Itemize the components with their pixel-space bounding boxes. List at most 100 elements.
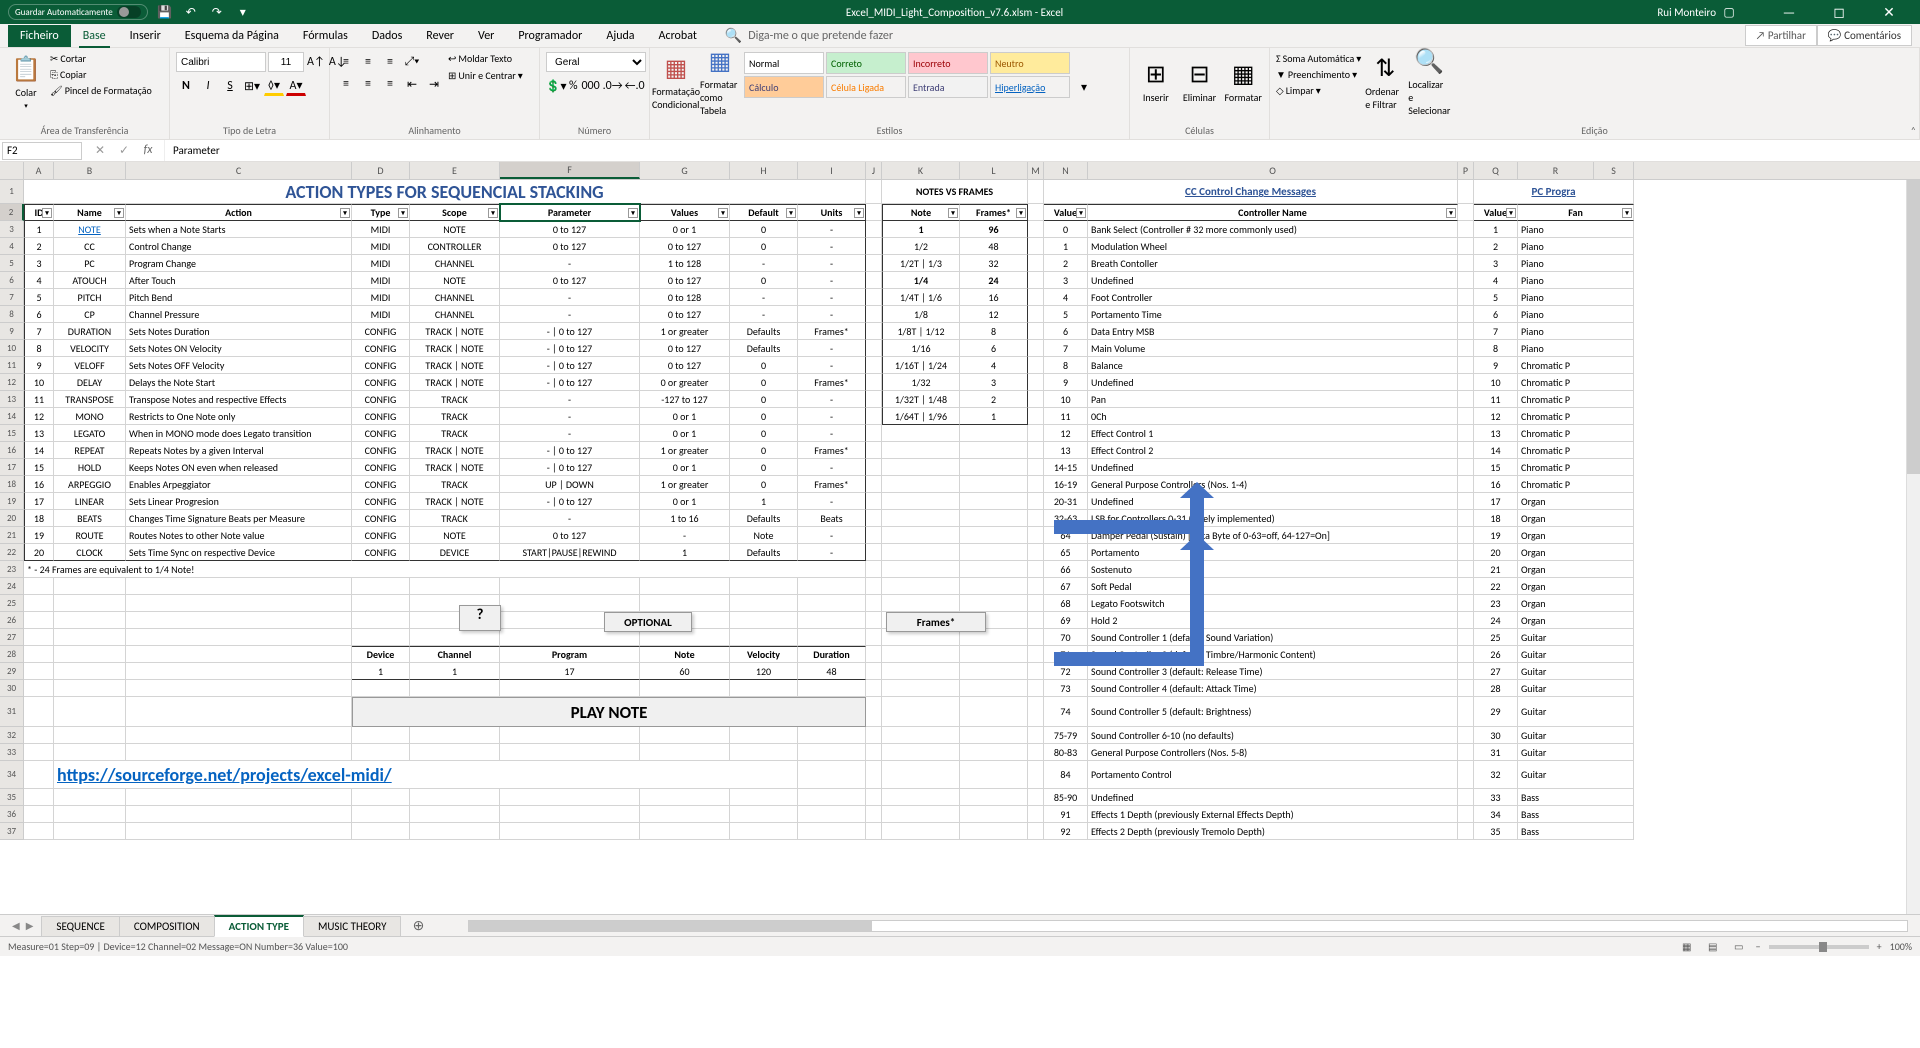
cell[interactable]: 0 to 127 xyxy=(640,306,730,323)
cell[interactable] xyxy=(866,727,882,744)
cell[interactable] xyxy=(866,306,882,323)
column-header[interactable]: R xyxy=(1518,162,1594,179)
cell[interactable] xyxy=(1028,476,1044,493)
cell[interactable]: Bass xyxy=(1518,823,1634,840)
column-header[interactable]: N xyxy=(1044,162,1088,179)
cell[interactable]: 18 xyxy=(1474,510,1518,527)
cell[interactable]: TRACK | NOTE xyxy=(410,323,500,340)
cell[interactable]: Transpose Notes and respective Effects xyxy=(126,391,352,408)
cell[interactable]: 0 or 1 xyxy=(640,408,730,425)
row-header[interactable]: 31 xyxy=(0,697,24,727)
cell[interactable]: 3 xyxy=(1044,272,1088,289)
cell[interactable] xyxy=(882,442,960,459)
row-header[interactable]: 12 xyxy=(0,374,24,391)
cell[interactable] xyxy=(1458,806,1474,823)
cell[interactable]: PC xyxy=(54,255,126,272)
filter-dropdown-icon[interactable]: ▾ xyxy=(488,208,498,218)
cell[interactable] xyxy=(126,646,352,663)
cell[interactable]: DELAY xyxy=(54,374,126,391)
cell[interactable]: - | 0 to 127 xyxy=(500,493,640,510)
cell[interactable] xyxy=(1028,578,1044,595)
cell[interactable] xyxy=(126,612,352,629)
user-avatar-icon[interactable]: ▢ xyxy=(1720,3,1738,21)
cell[interactable]: 0 xyxy=(730,476,798,493)
cell[interactable] xyxy=(960,493,1028,510)
cell[interactable]: - xyxy=(798,340,866,357)
tab-ficheiro[interactable]: Ficheiro xyxy=(8,25,71,47)
cell[interactable]: Legato Footswitch xyxy=(1088,595,1458,612)
cell[interactable]: Keeps Notes ON even when released xyxy=(126,459,352,476)
view-pagelayout-icon[interactable]: ▤ xyxy=(1704,939,1722,955)
font-size-select[interactable] xyxy=(268,52,304,72)
cell[interactable]: - xyxy=(798,306,866,323)
filter-dropdown-icon[interactable]: ▾ xyxy=(114,208,124,218)
cell[interactable] xyxy=(126,680,352,697)
row-header[interactable]: 35 xyxy=(0,789,24,806)
cell[interactable]: PC Progra xyxy=(1474,180,1634,204)
cell[interactable]: Delays the Note Start xyxy=(126,374,352,391)
cell[interactable]: CC xyxy=(54,238,126,255)
cell[interactable]: 70 xyxy=(1044,629,1088,646)
cell[interactable] xyxy=(54,646,126,663)
cell[interactable] xyxy=(1028,221,1044,238)
cell[interactable] xyxy=(882,727,960,744)
cell[interactable]: 84 xyxy=(1044,761,1088,789)
share-button[interactable]: ↗ Partilhar xyxy=(1745,25,1817,46)
cell[interactable] xyxy=(798,789,866,806)
cell[interactable] xyxy=(960,442,1028,459)
cell[interactable] xyxy=(352,629,410,646)
cell[interactable]: MIDI xyxy=(352,238,410,255)
tab-rever[interactable]: Rever xyxy=(414,25,466,47)
cell[interactable]: 1/16T | 1/24 xyxy=(882,357,960,374)
horizontal-scrollbar[interactable] xyxy=(468,920,1908,932)
cell[interactable]: CONFIG xyxy=(352,357,410,374)
filter-dropdown-icon[interactable]: ▾ xyxy=(42,208,52,218)
cell[interactable] xyxy=(882,595,960,612)
cell[interactable]: CONFIG xyxy=(352,340,410,357)
cell[interactable] xyxy=(882,493,960,510)
cell[interactable]: CONFIG xyxy=(352,391,410,408)
cell[interactable] xyxy=(1028,527,1044,544)
cell[interactable]: 0 to 128 xyxy=(640,289,730,306)
cell[interactable]: 0 xyxy=(730,374,798,391)
cell[interactable]: Chromatic P xyxy=(1518,476,1634,493)
cell[interactable] xyxy=(24,744,54,761)
cell[interactable]: CONFIG xyxy=(352,374,410,391)
sheet-tab-action-type[interactable]: ACTION TYPE xyxy=(214,915,304,937)
cell[interactable] xyxy=(126,697,352,727)
delete-cells-button[interactable]: ⊟Eliminar xyxy=(1180,52,1220,112)
copy-button[interactable]: ⎘ Copiar xyxy=(50,68,152,81)
cell[interactable]: Piano xyxy=(1518,306,1634,323)
cell[interactable]: 91 xyxy=(1044,806,1088,823)
cell[interactable] xyxy=(1028,357,1044,374)
name-box[interactable]: F2 xyxy=(2,142,82,160)
cell[interactable]: - xyxy=(798,527,866,544)
cell[interactable]: 85-90 xyxy=(1044,789,1088,806)
conditional-formatting-button[interactable]: ▦Formatação Condicional xyxy=(656,52,696,112)
cell[interactable] xyxy=(24,789,54,806)
cell[interactable] xyxy=(1028,272,1044,289)
cell[interactable]: Effect Control 2 xyxy=(1088,442,1458,459)
cell[interactable]: - xyxy=(798,544,866,561)
row-header[interactable]: 11 xyxy=(0,357,24,374)
cell[interactable] xyxy=(54,578,126,595)
cell[interactable] xyxy=(730,744,798,761)
format-cells-button[interactable]: ▦Formatar xyxy=(1223,52,1263,112)
cell[interactable]: 0 xyxy=(730,408,798,425)
cell[interactable] xyxy=(1028,391,1044,408)
orientation-icon[interactable]: ⤢▾ xyxy=(402,52,422,72)
accept-formula-icon[interactable]: ✓ xyxy=(112,143,136,158)
column-header[interactable]: F xyxy=(500,162,640,179)
cell[interactable]: Units▾ xyxy=(798,204,866,221)
cell[interactable] xyxy=(54,806,126,823)
cell[interactable]: Name▾ xyxy=(54,204,126,221)
cell[interactable]: NOTES VS FRAMES xyxy=(882,180,1028,204)
cell[interactable] xyxy=(54,612,126,629)
cell[interactable]: 16 xyxy=(960,289,1028,306)
cell[interactable]: TRACK xyxy=(410,391,500,408)
cell[interactable] xyxy=(960,561,1028,578)
zoom-level[interactable]: 100% xyxy=(1890,940,1912,953)
column-header[interactable]: B xyxy=(54,162,126,179)
cell[interactable]: Guitar xyxy=(1518,697,1634,727)
cell[interactable] xyxy=(54,629,126,646)
